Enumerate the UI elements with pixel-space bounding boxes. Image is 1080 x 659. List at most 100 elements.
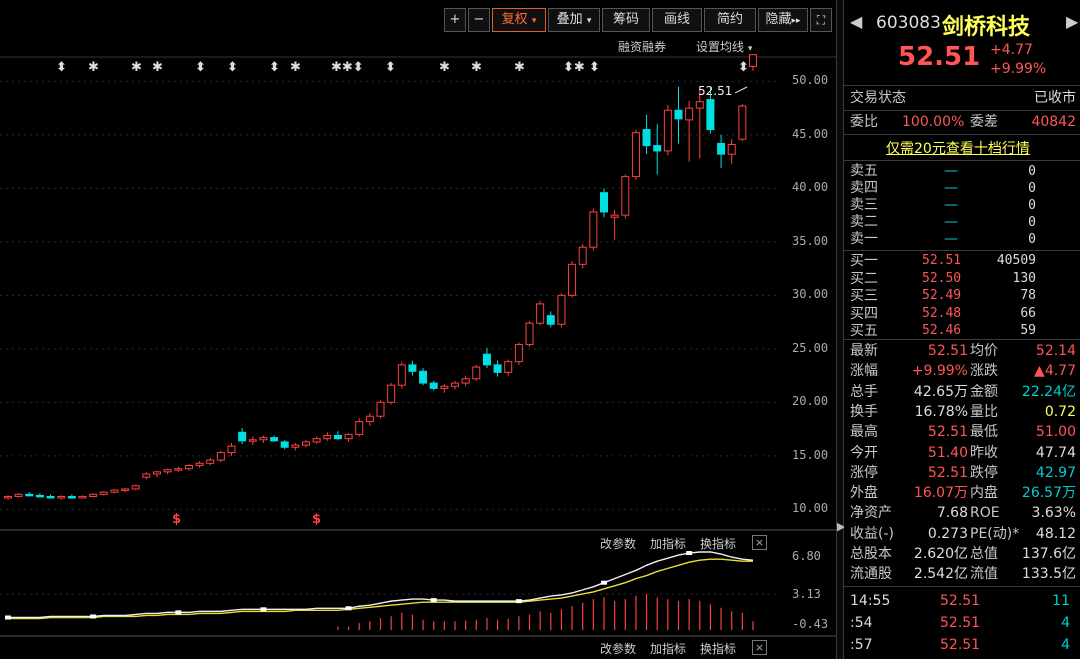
y-axis-label: 45.00 [792,126,829,141]
tick-volume: 4 [1061,615,1070,631]
indicator1-y-bottom: -0.43 [792,617,829,631]
event-marker[interactable]: ⬍ [385,60,396,75]
event-marker[interactable]: ✱ [514,60,525,75]
indicator2-switch-indicator[interactable]: 换指标 [700,640,736,657]
bid-label: 买五 [850,323,878,340]
candle-body [493,364,502,373]
candle-body [248,439,257,442]
arrow-right-icon: ▶ [837,520,846,533]
indicator2-close-icon[interactable]: × [752,640,767,655]
price-pointer-line [734,86,748,94]
candle-body [216,452,225,461]
event-marker[interactable]: ⬍ [269,60,280,75]
event-marker[interactable]: ⬍ [227,60,238,75]
bid-row: 买二 52.50 130 [844,270,1080,288]
stat-value: 16.07万 [913,485,968,502]
candle-body [238,431,247,442]
indicator1-close-icon[interactable]: × [752,535,767,550]
stat-value: 137.6亿 [1021,546,1076,562]
tick-row: :57 52.51 4 [844,635,1080,655]
kline-chart-area[interactable]: + − 复权 ▾ 叠加 ▾ 筹码 画线 简约 隐藏▸▸ ⛶ 融资融券 设置均线 … [0,0,836,659]
stat-row: 最高 52.51 最低 51.00 [844,422,1080,442]
stat-value: 52.51 [927,424,968,441]
ask-label: 卖二 [850,214,878,230]
candle-body [525,322,534,346]
candle-body [355,421,364,435]
indicator-point [345,606,352,611]
tick-price: 52.51 [940,637,981,653]
event-marker[interactable]: ✱ [152,60,163,75]
candle-body [472,366,481,380]
ask-row: 卖二 — 0 [844,214,1080,231]
stat-value: 2.542亿 [913,566,968,583]
candle-body [270,437,279,442]
ask-volume: 0 [1028,232,1036,247]
tick-price: 52.51 [940,593,981,609]
stat-label: 最低 [970,424,998,441]
candle-body [440,385,449,389]
ask-label: 卖一 [850,231,878,247]
candle-body [78,495,87,499]
candle-body [631,132,640,178]
tick-time: :57 [850,637,873,653]
stat-label: 净资产 [850,505,892,522]
stat-value: +9.99% [911,363,968,380]
candle-body [387,384,396,403]
event-marker[interactable]: ⬍ [195,60,206,75]
indicator1-change-params[interactable]: 改参数 [600,535,636,552]
candle-body [206,459,215,464]
ask-row: 卖三 — 0 [844,197,1080,214]
candle-body [674,109,683,120]
stat-value: 42.97 [1035,464,1076,481]
candle-body [461,378,470,384]
ten-level-link[interactable]: 仅需20元查看十档行情 [886,138,1030,158]
candle-body [14,493,23,497]
indicator-point [601,580,607,585]
y-axis-label: 20.00 [792,394,829,409]
candle-body [653,145,662,152]
event-marker[interactable]: ✱ [88,60,99,75]
stat-value: 47.74 [1035,444,1076,461]
y-axis-label: 50.00 [792,73,829,88]
indicator2-add-indicator[interactable]: 加指标 [650,640,686,657]
signal-marker[interactable]: $ [172,512,181,527]
candle-body [429,382,438,389]
indicator1-y-top: 6.80 [792,549,821,563]
stat-value: 52.51 [927,343,968,359]
event-marker[interactable]: ✱ [439,60,450,75]
bid-row: 买四 52.48 66 [844,305,1080,323]
stat-row: 涨停 52.51 跌停 42.97 [844,463,1080,483]
candle-body [121,488,130,491]
candle-body [717,142,726,155]
event-marker[interactable]: ✱✱⬍ [331,60,364,75]
event-marker[interactable]: ⬍ [738,60,749,75]
stat-value: 0.273 [927,525,968,542]
indicator-point [5,615,11,620]
signal-marker[interactable]: $ [312,512,321,527]
weicha-value: 40842 [1031,114,1076,130]
stat-label: 流通股 [850,566,892,583]
event-marker[interactable]: ⬍ [589,60,600,75]
candle-body [600,192,608,213]
stat-row: 外盘 16.07万 内盘 26.57万 [844,483,1080,503]
panel-collapse-handle[interactable]: ▶ [836,0,846,659]
ask-row: 卖五 — 0 [844,163,1080,180]
candle-body [546,315,555,325]
next-stock-icon[interactable]: ▶ [1066,12,1078,31]
candle-body [642,129,651,147]
stat-label: 均价 [970,343,998,359]
y-axis-label: 10.00 [792,501,829,516]
latest-price-label: 52.51 [698,84,733,98]
indicator2-change-params[interactable]: 改参数 [600,640,636,657]
stat-label: 今开 [850,444,878,461]
event-marker[interactable]: ⬍ [56,60,67,75]
event-marker[interactable]: ✱ [131,60,142,75]
event-marker[interactable]: ✱ [471,60,482,75]
trade-status-value: 已收市 [1034,90,1076,106]
event-marker[interactable]: ⬍✱ [563,60,585,75]
indicator1-add-indicator[interactable]: 加指标 [650,535,686,552]
indicator1-switch-indicator[interactable]: 换指标 [700,535,736,552]
candle-body [89,493,98,497]
prev-stock-icon[interactable]: ◀ [850,12,862,31]
event-marker[interactable]: ✱ [290,60,301,75]
